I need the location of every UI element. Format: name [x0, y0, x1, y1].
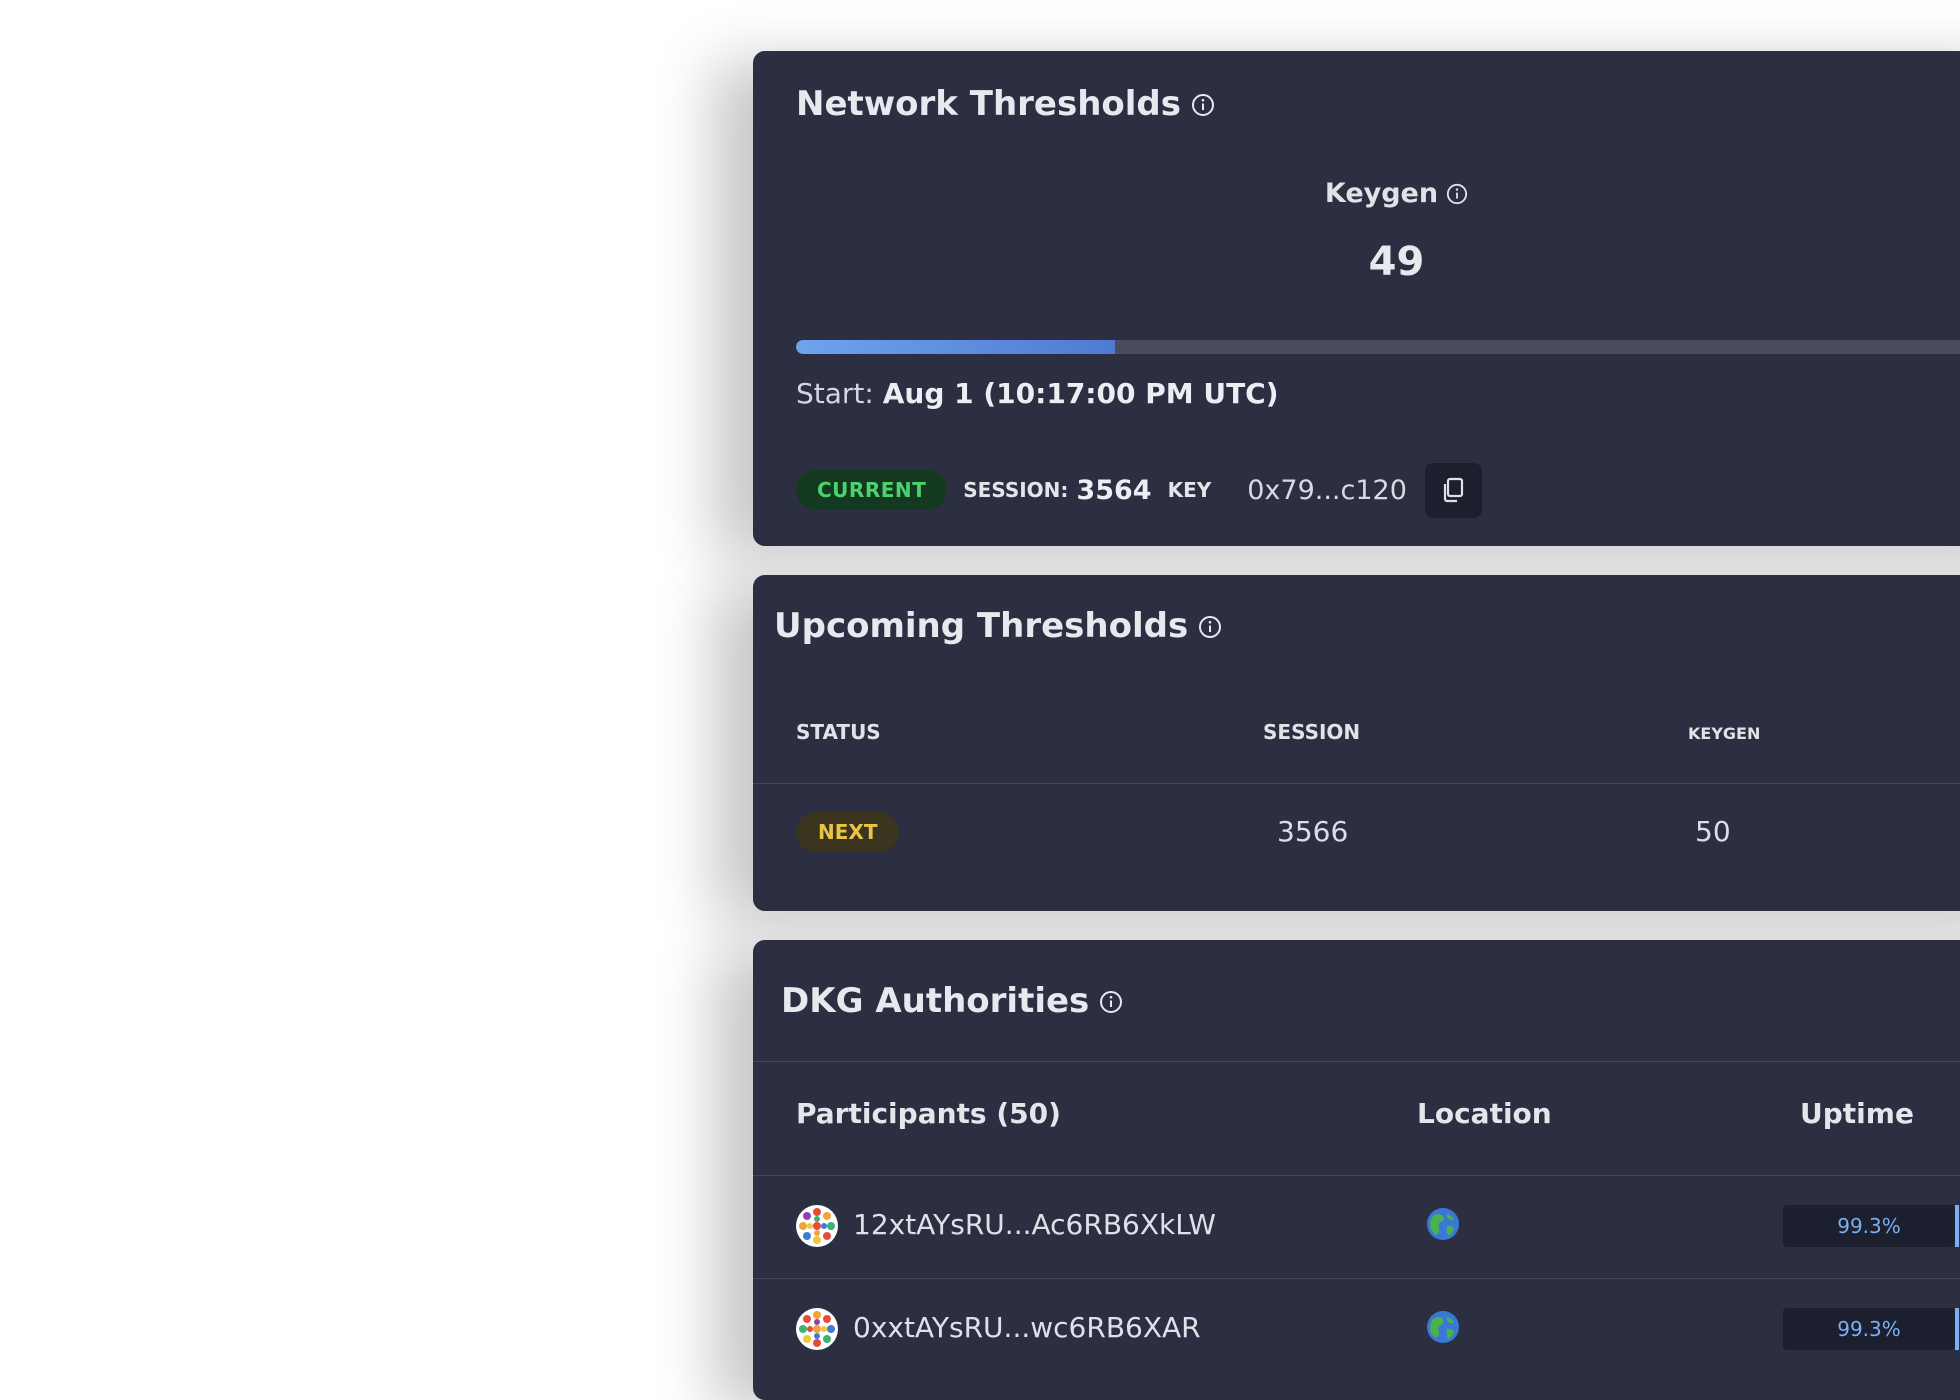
avatar[interactable] [796, 1205, 838, 1247]
column-header-location[interactable]: Location [1417, 1097, 1552, 1130]
header-divider [753, 1061, 1960, 1062]
upcoming-thresholds-title-text: Upcoming Thresholds [774, 606, 1189, 646]
avatar[interactable] [796, 1308, 838, 1350]
status-badge-current: CURRENT [796, 470, 948, 510]
start-value: Aug 1 (10:17:00 PM UTC) [882, 377, 1279, 410]
column-header-uptime[interactable]: Uptime [1800, 1097, 1914, 1130]
participant-address[interactable]: 12xtAYsRU...Ac6RB6XkLW [853, 1208, 1216, 1241]
keygen-label: Keygen [753, 178, 1960, 209]
participant-address[interactable]: 0xxtAYsRU...wc6RB6XAR [853, 1311, 1201, 1344]
info-icon[interactable] [1446, 183, 1468, 205]
row-keygen: 50 [1695, 815, 1731, 848]
row-session: 3566 [1277, 815, 1349, 848]
current-session-row: CURRENT SESSION: 3564 KEY 0x79...c120 [796, 462, 1482, 518]
uptime-bar-edge [1955, 1205, 1959, 1247]
session-value: 3564 [1076, 474, 1152, 506]
participant-row[interactable]: 0xxtAYsRU...wc6RB6XAR 99.3% [753, 1279, 1960, 1381]
key-value: 0x79...c120 [1247, 474, 1407, 506]
copy-icon [1444, 477, 1464, 503]
session-start: Start: Aug 1 (10:17:00 PM UTC) [796, 377, 1279, 410]
column-header-session: SESSION [1263, 720, 1361, 744]
dkg-authorities-title: DKG Authorities [781, 981, 1123, 1021]
keygen-label-text: Keygen [1324, 178, 1439, 209]
key-label: KEY [1167, 478, 1212, 502]
dkg-authorities-title-text: DKG Authorities [781, 981, 1090, 1021]
upcoming-thresholds-card: Upcoming Thresholds STATUS SESSION KEYGE… [753, 575, 1960, 911]
network-thresholds-title: Network Thresholds [796, 84, 1215, 124]
info-icon[interactable] [1099, 990, 1123, 1014]
column-header-keygen: KEYGEN [1688, 724, 1761, 743]
network-thresholds-card: Network Thresholds Keygen 49 Start: Aug … [753, 51, 1960, 546]
uptime-value: 99.3% [1783, 1205, 1955, 1247]
status-badge-next: NEXT [796, 812, 900, 852]
info-icon[interactable] [1198, 615, 1222, 639]
uptime-bar-edge [1955, 1308, 1959, 1350]
keygen-value: 49 [1368, 239, 1425, 285]
column-header-status: STATUS [796, 720, 881, 744]
participant-row[interactable]: 12xtAYsRU...Ac6RB6XkLW 99.3% [753, 1176, 1960, 1278]
info-icon[interactable] [1191, 93, 1215, 117]
upcoming-thresholds-title: Upcoming Thresholds [774, 606, 1222, 646]
dkg-authorities-card: DKG Authorities Participants (50) Locati… [753, 940, 1960, 1400]
globe-icon [1427, 1311, 1459, 1343]
copy-key-button[interactable] [1424, 462, 1482, 518]
network-thresholds-title-text: Network Thresholds [796, 84, 1182, 124]
table-divider [753, 783, 1960, 784]
session-progress-bar [796, 340, 1960, 354]
uptime-value: 99.3% [1783, 1308, 1955, 1350]
column-header-participants[interactable]: Participants (50) [796, 1097, 1061, 1130]
session-label: SESSION: [963, 478, 1069, 502]
globe-icon [1427, 1208, 1459, 1240]
start-label: Start: [796, 377, 874, 410]
session-progress-fill [796, 340, 1116, 354]
